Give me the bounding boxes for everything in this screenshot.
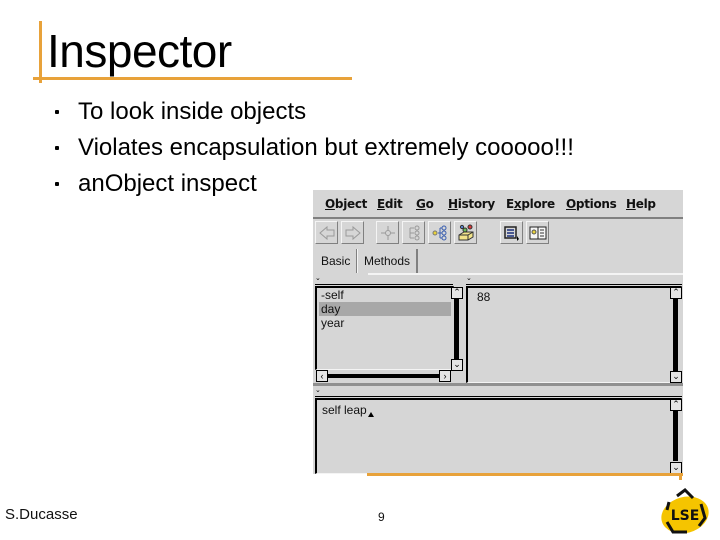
forward-arrow-icon — [345, 225, 361, 241]
footer-accent-line — [367, 473, 683, 476]
list-pointer-button[interactable] — [500, 221, 523, 244]
footer-author: S.Ducasse — [5, 506, 78, 523]
explore-tree-icon — [432, 225, 447, 241]
scroll-right-icon[interactable]: › — [439, 370, 451, 382]
dive-button[interactable] — [376, 221, 399, 244]
bullet-dot-icon — [55, 182, 59, 186]
hierarchy-icon — [409, 225, 420, 241]
tab-bar: Basic Methods — [313, 247, 683, 273]
menu-history[interactable]: History — [448, 197, 495, 211]
sandbox-button[interactable] — [454, 221, 477, 244]
slide-title: Inspector — [47, 25, 232, 77]
bullet-dot-icon — [55, 110, 59, 114]
scroll-thumb[interactable] — [454, 299, 459, 359]
scroll-down-icon[interactable]: ⌄ — [451, 359, 463, 371]
bullet-item: Violates encapsulation but extremely coo… — [55, 130, 574, 166]
workspace-text-area[interactable]: self leap — [315, 398, 682, 474]
menu-go[interactable]: Go — [416, 197, 434, 211]
field-list-vertical-scrollbar[interactable]: ⌃ ⌄ — [451, 287, 463, 371]
list-pointer-icon — [504, 226, 519, 241]
forward-button[interactable] — [341, 221, 364, 244]
workspace-vertical-scrollbar[interactable]: ⌃ ⌄ — [670, 399, 682, 474]
field-list: -self day year — [315, 286, 454, 370]
logo-text: LSE — [671, 508, 700, 524]
toolbar — [313, 219, 683, 247]
menu-edit[interactable]: Edit — [377, 197, 403, 211]
menu-options[interactable]: Options — [566, 197, 617, 211]
scroll-up-icon[interactable]: ⌃ — [451, 287, 463, 299]
title-accent-underline — [33, 77, 352, 80]
scroll-left-icon[interactable]: ‹ — [316, 370, 328, 382]
bullet-item: To look inside objects — [55, 94, 574, 130]
browse-book-icon — [529, 226, 547, 240]
value-pane-vertical-scrollbar[interactable]: ⌃ ⌄ — [670, 287, 682, 383]
sandbox-icon — [458, 224, 474, 241]
page-number: 9 — [378, 510, 385, 524]
scroll-thumb[interactable] — [673, 411, 678, 461]
value-pane[interactable]: 88 — [466, 286, 682, 383]
bullet-list: To look inside objects Violates encapsul… — [55, 94, 574, 202]
value-pane-menu-toggle[interactable]: ⌄ — [466, 275, 682, 285]
workspace-text: self leap — [320, 403, 374, 417]
text-cursor-icon — [367, 412, 374, 417]
menu-help[interactable]: Help — [626, 197, 656, 211]
back-arrow-icon — [319, 225, 335, 241]
workspace-menu-toggle[interactable]: ⌄ — [315, 387, 682, 397]
field-item-day[interactable]: day — [319, 302, 451, 316]
menu-bar: Object Edit Go History Explore Options H… — [313, 190, 683, 219]
bullet-dot-icon — [55, 146, 59, 150]
hierarchy-button[interactable] — [402, 221, 425, 244]
back-button[interactable] — [315, 221, 338, 244]
field-pane-menu-toggle[interactable]: ⌄ — [315, 275, 453, 285]
footer-accent-tick — [679, 473, 682, 480]
lse-logo-icon: LSE — [661, 488, 709, 534]
value-text: 88 — [477, 290, 491, 304]
menu-object[interactable]: Object — [325, 197, 367, 211]
browse-button[interactable] — [526, 221, 549, 244]
scroll-down-icon[interactable]: ⌄ — [670, 371, 682, 383]
scroll-up-icon[interactable]: ⌃ — [670, 287, 682, 299]
pane-splitter[interactable] — [313, 383, 683, 386]
scroll-thumb[interactable] — [673, 299, 678, 371]
field-list-horizontal-scrollbar[interactable]: ‹ › — [316, 370, 451, 382]
tab-underline — [368, 273, 683, 275]
scroll-thumb[interactable] — [328, 374, 439, 378]
field-item-self[interactable]: -self — [319, 288, 439, 302]
inspector-window: Object Edit Go History Explore Options H… — [313, 190, 683, 474]
tab-methods[interactable]: Methods — [357, 249, 419, 273]
field-item-year[interactable]: year — [319, 316, 439, 330]
dive-icon — [381, 226, 395, 240]
scroll-up-icon[interactable]: ⌃ — [670, 399, 682, 411]
tab-basic[interactable]: Basic — [315, 249, 359, 273]
title-accent-vertical — [39, 21, 42, 83]
menu-explore[interactable]: Explore — [506, 197, 555, 211]
explore-button[interactable] — [428, 221, 451, 244]
